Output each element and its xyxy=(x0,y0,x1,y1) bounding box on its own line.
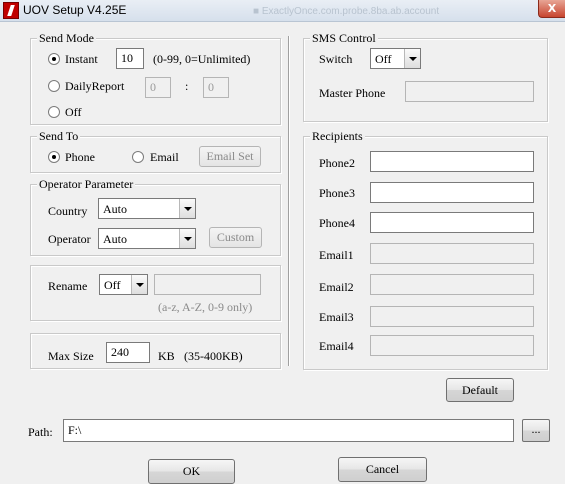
daily-minute-input[interactable] xyxy=(203,77,229,98)
email-radio[interactable] xyxy=(132,151,144,163)
email2-label: Email2 xyxy=(319,280,354,294)
rename-hint: (a-z, A-Z, 0-9 only) xyxy=(158,300,253,314)
phone3-label: Phone3 xyxy=(319,186,355,200)
phone-label: Phone xyxy=(65,150,95,164)
instant-radio[interactable] xyxy=(48,53,60,65)
max-size-unit: KB xyxy=(158,349,175,363)
switch-label: Switch xyxy=(319,52,353,66)
phone3-input[interactable] xyxy=(370,182,534,203)
phone4-label: Phone4 xyxy=(319,216,355,230)
email-label: Email xyxy=(150,150,179,164)
daily-report-label: DailyReport xyxy=(65,79,125,93)
email3-input[interactable] xyxy=(370,306,534,327)
country-value: Auto xyxy=(103,202,127,216)
background-window-text: ■ ExactlyOnce.com.probe.8ba.ab.account xyxy=(253,6,440,17)
email4-label: Email4 xyxy=(319,339,354,353)
max-size-input[interactable] xyxy=(106,342,150,363)
browse-button[interactable]: ... xyxy=(522,419,550,442)
country-label: Country xyxy=(48,204,88,218)
email-set-button[interactable]: Email Set xyxy=(199,146,261,167)
rename-value: Off xyxy=(104,278,121,292)
operator-value: Auto xyxy=(103,232,127,246)
title-bar: UOV Setup V4.25E ■ ExactlyOnce.com.probe… xyxy=(0,0,565,22)
chevron-down-icon[interactable] xyxy=(179,199,195,218)
chevron-down-icon[interactable] xyxy=(131,275,147,294)
app-icon xyxy=(3,2,19,19)
daily-report-radio[interactable] xyxy=(48,80,60,92)
send-mode-legend: Send Mode xyxy=(37,31,96,45)
path-label: Path: xyxy=(28,425,53,439)
email1-input[interactable] xyxy=(370,243,534,264)
vertical-separator xyxy=(288,36,290,366)
send-to-legend: Send To xyxy=(37,129,81,143)
ok-button[interactable]: OK xyxy=(148,459,235,484)
window-title: UOV Setup V4.25E xyxy=(23,3,127,17)
operator-parameter-legend: Operator Parameter xyxy=(37,177,136,191)
instant-hint: (0-99, 0=Unlimited) xyxy=(153,52,251,66)
email3-label: Email3 xyxy=(319,310,354,324)
instant-label: Instant xyxy=(65,52,98,66)
chevron-down-icon[interactable] xyxy=(179,229,195,248)
chevron-down-icon[interactable] xyxy=(404,49,420,68)
daily-hour-input[interactable] xyxy=(145,77,171,98)
max-size-hint: (35-400KB) xyxy=(184,349,243,363)
recipients-legend: Recipients xyxy=(310,129,365,143)
browse-ellipsis: ... xyxy=(531,422,541,436)
default-button[interactable]: Default xyxy=(446,378,514,402)
phone2-label: Phone2 xyxy=(319,156,355,170)
email2-input[interactable] xyxy=(370,274,534,295)
cancel-button[interactable]: Cancel xyxy=(338,457,427,482)
sms-control-legend: SMS Control xyxy=(310,31,378,45)
max-size-label: Max Size xyxy=(48,349,94,363)
country-dropdown[interactable]: Auto xyxy=(98,198,196,219)
phone2-input[interactable] xyxy=(370,151,534,172)
switch-dropdown[interactable]: Off xyxy=(370,48,421,69)
path-input[interactable] xyxy=(63,419,514,442)
operator-dropdown[interactable]: Auto xyxy=(98,228,196,249)
instant-count-input[interactable] xyxy=(116,48,144,69)
email1-label: Email1 xyxy=(319,248,354,262)
operator-label: Operator xyxy=(48,232,91,246)
sms-control-group: SMS Control xyxy=(303,31,548,122)
close-button[interactable]: X xyxy=(538,0,565,18)
close-icon: X xyxy=(547,2,557,15)
rename-dropdown[interactable]: Off xyxy=(99,274,148,295)
off-radio[interactable] xyxy=(48,106,60,118)
rename-input[interactable] xyxy=(154,274,261,295)
custom-button[interactable]: Custom xyxy=(209,227,262,248)
email4-input[interactable] xyxy=(370,335,534,356)
master-phone-input[interactable] xyxy=(405,81,534,102)
phone4-input[interactable] xyxy=(370,212,534,233)
rename-label: Rename xyxy=(48,279,88,293)
master-phone-label: Master Phone xyxy=(319,86,386,100)
daily-time-separator: : xyxy=(185,79,189,93)
off-label: Off xyxy=(65,105,82,119)
phone-radio[interactable] xyxy=(48,151,60,163)
switch-value: Off xyxy=(375,52,392,66)
